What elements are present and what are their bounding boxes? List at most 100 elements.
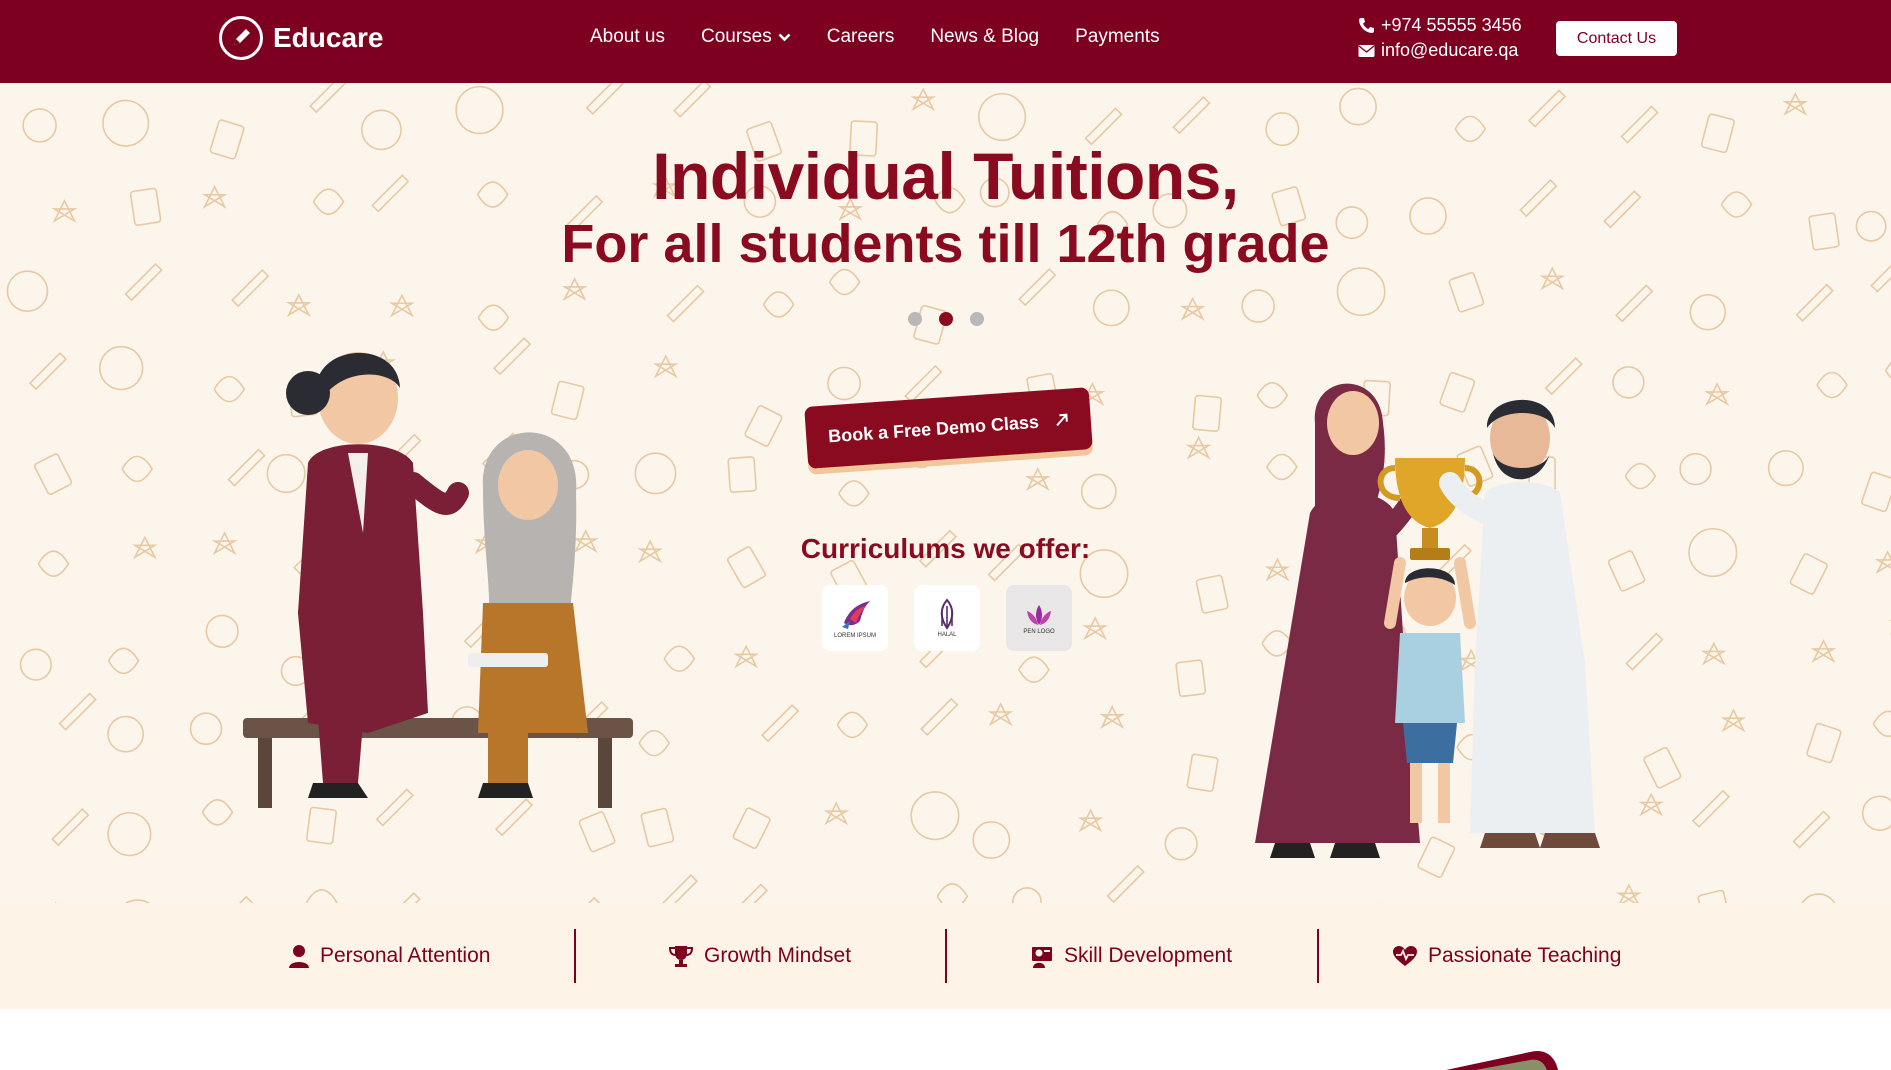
feature-label: Personal Attention [320, 944, 491, 967]
doodle-shape [838, 480, 870, 507]
doodle-shape [51, 807, 90, 847]
carousel-dot-1[interactable] [908, 312, 922, 326]
teacher-student-illustration [243, 352, 633, 808]
doodle-shape [201, 799, 234, 826]
nav-courses-label: Courses [701, 26, 772, 47]
doodle-shape [1704, 382, 1730, 406]
bird-logo-icon [842, 601, 870, 629]
doodle-shape [827, 366, 862, 401]
doodle-shape [1164, 827, 1198, 861]
doodle-shape [1175, 659, 1207, 698]
carousel-dots [908, 312, 984, 326]
doodle-shape [732, 807, 771, 849]
doodle-shape [107, 715, 145, 753]
doodle-shape [904, 364, 943, 404]
nav-payments[interactable]: Payments [1075, 26, 1159, 48]
brand-name: Educare [273, 22, 384, 53]
doodle-shape [34, 453, 73, 495]
carousel-dot-2[interactable] [939, 312, 953, 326]
doodle-shape [231, 268, 270, 308]
nav-courses[interactable]: Courses [701, 26, 791, 48]
email-address: info@educare.qa [1381, 40, 1519, 60]
email-row[interactable]: info@educare.qa [1358, 38, 1522, 63]
doodle-shape [1861, 795, 1891, 832]
feature-skill-development: Skill Development [1030, 903, 1232, 1009]
doodle-shape [1092, 289, 1130, 327]
doodle-shape [1767, 450, 1804, 487]
contact-us-button[interactable]: Contact Us [1556, 21, 1677, 56]
phone-number: +974 55555 3456 [1381, 15, 1522, 35]
doodle-shape [19, 648, 52, 681]
doodle-shape [762, 291, 795, 318]
main-nav: About us Courses Careers News & Blog Pay… [590, 26, 1160, 48]
doodle-shape [972, 821, 1011, 860]
doodle-shape [1185, 435, 1212, 460]
doodle-shape [1691, 789, 1731, 828]
doodle-shape [1884, 362, 1891, 379]
heart-pulse-icon [1393, 946, 1417, 966]
brand-logo[interactable]: Educare [219, 16, 384, 60]
curriculum-logo-caption-3: PEN LOGO [1023, 629, 1055, 635]
doodle-shape [652, 354, 679, 379]
nav-about-us[interactable]: About us [590, 26, 665, 48]
doodle-shape [733, 644, 760, 669]
doodle-shape [1106, 864, 1145, 903]
doodle-shape [1816, 371, 1848, 399]
doodle-shape [107, 811, 152, 857]
feature-label: Passionate Teaching [1428, 944, 1622, 967]
doodle-shape [666, 284, 705, 323]
doodle-shape [1012, 887, 1042, 903]
doodle-shape [1861, 471, 1891, 513]
user-icon [289, 945, 309, 968]
doodle-shape [673, 83, 712, 118]
doodle-shape [1241, 289, 1275, 323]
doodle-shape [920, 697, 959, 737]
feature-divider [574, 929, 576, 983]
curriculum-logo-caption-2: HALAL [937, 632, 957, 638]
bottom-decorative-card [1446, 1051, 1558, 1070]
doodle-shape [285, 293, 312, 318]
feature-label: Skill Development [1064, 944, 1233, 967]
nav-news-blog[interactable]: News & Blog [930, 26, 1039, 48]
doodle-shape [189, 712, 223, 745]
doodle-shape [836, 711, 869, 739]
doodle-shape [1679, 452, 1712, 486]
doodle-shape [1720, 708, 1747, 733]
curriculum-logos: LOREM IPSUM HALAL PEN LOGO [822, 585, 1072, 651]
doodle-shape [6, 270, 49, 312]
envelope-icon [1358, 44, 1375, 57]
hero-title: Individual Tuitions, [652, 139, 1239, 213]
curriculum-logo-halal[interactable]: HALAL [914, 585, 980, 651]
feature-passionate-teaching: Passionate Teaching [1392, 903, 1621, 1009]
doodle-shape [936, 883, 969, 903]
doodle-shape [1810, 639, 1837, 663]
doodle-shape [987, 702, 1014, 727]
doodle-shape [1082, 616, 1109, 641]
doodle-shape [1801, 893, 1836, 903]
doodle-shape [663, 645, 696, 673]
doodle-shape [910, 87, 937, 112]
phone-row[interactable]: +974 55555 3456 [1358, 13, 1522, 38]
features-strip: Personal Attention Growth Mindset Skill … [0, 903, 1891, 1009]
doodle-shape [741, 883, 769, 903]
curriculum-logo-caption-1: LOREM IPSUM [833, 633, 876, 639]
feature-personal-attention: Personal Attention [288, 903, 490, 1009]
hero-subtitle: For all students till 12th grade [561, 214, 1330, 274]
doodle-shape [1806, 722, 1842, 764]
curriculum-logo-bird[interactable]: LOREM IPSUM [822, 585, 888, 651]
contact-info: +974 55555 3456 info@educare.qa [1358, 13, 1522, 63]
doodle-shape [638, 729, 671, 757]
doodle-shape [1448, 271, 1485, 313]
doodle-shape [58, 692, 97, 731]
doodle-shape [1179, 296, 1206, 321]
doodle-shape [107, 647, 140, 675]
curriculum-logo-pen[interactable]: PEN LOGO [1006, 585, 1072, 651]
doodle-shape [402, 892, 421, 903]
doodle-shape [978, 92, 1027, 142]
doodle-shape [910, 791, 960, 841]
nav-careers[interactable]: Careers [827, 26, 895, 48]
doodle-shape [1615, 284, 1654, 323]
carousel-dot-3[interactable] [970, 312, 984, 326]
teacher-icon [1032, 947, 1052, 968]
doodle-shape [1689, 293, 1727, 331]
